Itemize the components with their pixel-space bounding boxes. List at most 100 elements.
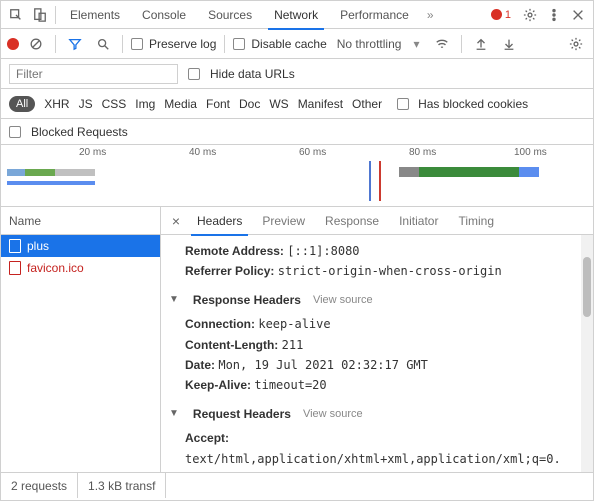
search-icon[interactable] xyxy=(92,33,114,55)
divider xyxy=(55,35,56,53)
hdr-accept-cont: 9,image/avif,image/webp,image/apng,*/*;q… xyxy=(175,469,579,472)
filter-icon[interactable] xyxy=(64,33,86,55)
tab-initiator[interactable]: Initiator xyxy=(389,207,448,235)
name-column-header[interactable]: Name xyxy=(1,207,160,235)
filter-input[interactable] xyxy=(9,64,178,84)
tab-headers[interactable]: Headers xyxy=(187,207,252,235)
request-headers-section[interactable]: ▼Request HeadersView source xyxy=(169,404,579,424)
hide-data-urls-checkbox[interactable] xyxy=(188,68,200,80)
wifi-icon[interactable] xyxy=(431,33,453,55)
timeline-bar xyxy=(519,167,539,177)
kebab-menu-icon[interactable] xyxy=(543,4,565,26)
tick-2: 40 ms xyxy=(189,147,216,158)
headers-content: Remote Address: [::1]:8080 Referrer Poli… xyxy=(161,235,593,472)
type-all[interactable]: All xyxy=(9,96,35,112)
timeline-bar xyxy=(7,169,25,176)
error-badge[interactable]: 1 xyxy=(491,9,511,21)
type-media[interactable]: Media xyxy=(164,97,197,111)
remote-address: Remote Address: [::1]:8080 xyxy=(185,241,579,261)
blocked-cookies-label: Has blocked cookies xyxy=(418,97,528,111)
timeline-overview[interactable]: 20 ms 40 ms 60 ms 80 ms 100 ms xyxy=(1,145,593,207)
tick-4: 80 ms xyxy=(409,147,436,158)
download-icon[interactable] xyxy=(498,33,520,55)
request-name: plus xyxy=(27,239,49,253)
hide-data-urls-label: Hide data URLs xyxy=(210,67,295,81)
blocked-cookies-checkbox[interactable] xyxy=(397,98,409,110)
view-source-link[interactable]: View source xyxy=(313,291,373,310)
close-details-icon[interactable]: × xyxy=(165,213,187,229)
devtools-tabbar: Elements Console Sources Network Perform… xyxy=(1,1,593,29)
type-xhr[interactable]: XHR xyxy=(44,97,69,111)
caret-down-icon: ▼ xyxy=(169,405,179,422)
file-icon xyxy=(9,239,21,253)
type-css[interactable]: CSS xyxy=(102,97,127,111)
blocked-requests-label: Blocked Requests xyxy=(31,125,128,139)
blocked-requests-row: Blocked Requests xyxy=(1,119,593,145)
disable-cache-checkbox[interactable] xyxy=(233,38,245,50)
tick-1: 20 ms xyxy=(79,147,106,158)
type-doc[interactable]: Doc xyxy=(239,97,260,111)
type-filter-row: All XHR JS CSS Img Media Font Doc WS Man… xyxy=(1,89,593,119)
type-font[interactable]: Font xyxy=(206,97,230,111)
preserve-log-checkbox[interactable] xyxy=(131,38,143,50)
record-icon[interactable] xyxy=(7,38,19,50)
network-toolbar: Preserve log Disable cache No throttling… xyxy=(1,29,593,59)
tab-response[interactable]: Response xyxy=(315,207,389,235)
panel-settings-gear-icon[interactable] xyxy=(565,33,587,55)
marker-line xyxy=(379,161,381,201)
tab-elements[interactable]: Elements xyxy=(60,1,130,29)
tab-preview[interactable]: Preview xyxy=(252,207,315,235)
request-row-plus[interactable]: plus xyxy=(1,235,160,257)
inspect-icon[interactable] xyxy=(5,4,27,26)
type-img[interactable]: Img xyxy=(135,97,155,111)
timeline-bar xyxy=(25,169,55,176)
blocked-requests-checkbox[interactable] xyxy=(9,126,21,138)
type-ws[interactable]: WS xyxy=(269,97,288,111)
details-tabs: × Headers Preview Response Initiator Tim… xyxy=(161,207,593,235)
divider xyxy=(224,35,225,53)
request-list: Name plus favicon.ico xyxy=(1,207,161,472)
status-requests: 2 requests xyxy=(1,473,78,498)
device-toggle-icon[interactable] xyxy=(29,4,51,26)
throttling-chevron-icon[interactable]: ▾ xyxy=(407,37,425,51)
divider xyxy=(461,35,462,53)
upload-icon[interactable] xyxy=(470,33,492,55)
timeline-bar xyxy=(55,169,95,176)
hdr-keep-alive: Keep-Alive: timeout=20 xyxy=(185,375,579,395)
tab-network[interactable]: Network xyxy=(264,1,328,29)
request-row-favicon[interactable]: favicon.ico xyxy=(1,257,160,279)
divider xyxy=(55,6,56,24)
clear-icon[interactable] xyxy=(25,33,47,55)
response-headers-section[interactable]: ▼Response HeadersView source xyxy=(169,290,579,310)
preserve-log-label: Preserve log xyxy=(149,37,216,51)
tab-console[interactable]: Console xyxy=(132,1,196,29)
divider xyxy=(122,35,123,53)
details-pane: × Headers Preview Response Initiator Tim… xyxy=(161,207,593,472)
file-icon xyxy=(9,261,21,275)
throttling-select[interactable]: No throttling xyxy=(337,37,402,51)
marker-line xyxy=(369,161,371,201)
type-manifest[interactable]: Manifest xyxy=(298,97,343,111)
split-pane: Name plus favicon.ico × Headers Preview … xyxy=(1,207,593,472)
settings-gear-icon[interactable] xyxy=(519,4,541,26)
tab-sources[interactable]: Sources xyxy=(198,1,262,29)
tick-5: 100 ms xyxy=(514,147,547,158)
hdr-connection: Connection: keep-alive xyxy=(185,314,579,334)
status-bar: 2 requests 1.3 kB transf xyxy=(1,472,593,498)
error-dot-icon xyxy=(491,9,502,20)
timeline-bar xyxy=(7,181,95,185)
disable-cache-label: Disable cache xyxy=(251,37,326,51)
type-other[interactable]: Other xyxy=(352,97,382,111)
caret-down-icon: ▼ xyxy=(169,291,179,308)
tab-timing[interactable]: Timing xyxy=(448,207,504,235)
tick-3: 60 ms xyxy=(299,147,326,158)
close-icon[interactable] xyxy=(567,4,589,26)
more-tabs-icon[interactable]: » xyxy=(421,8,440,22)
view-source-link[interactable]: View source xyxy=(303,405,363,424)
tab-performance[interactable]: Performance xyxy=(330,1,419,29)
request-name: favicon.ico xyxy=(27,261,84,275)
referrer-policy: Referrer Policy: strict-origin-when-cros… xyxy=(185,261,579,281)
type-js[interactable]: JS xyxy=(79,97,93,111)
hdr-date: Date: Mon, 19 Jul 2021 02:32:17 GMT xyxy=(185,355,579,375)
scrollbar-thumb[interactable] xyxy=(583,257,591,317)
